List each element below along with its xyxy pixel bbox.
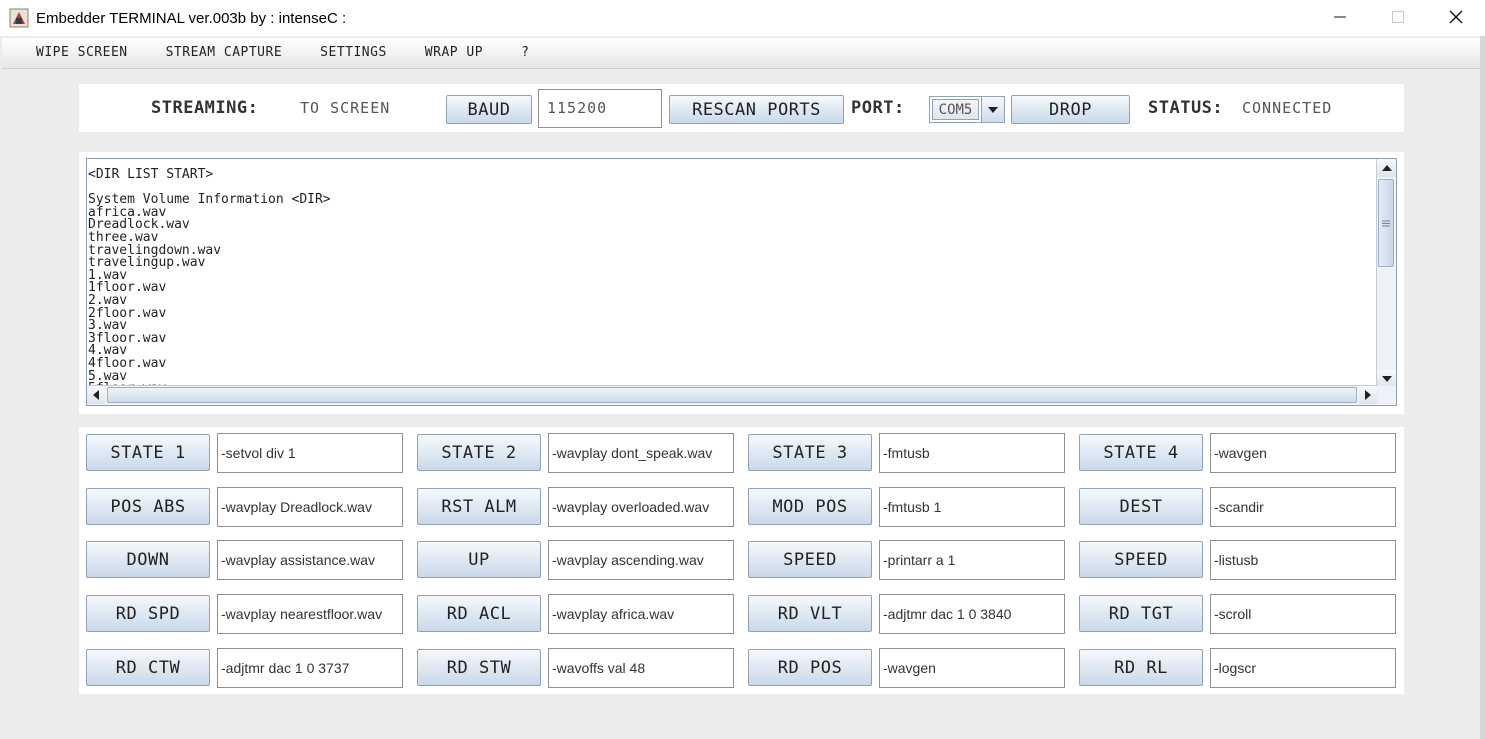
console-line: 1floor.wav xyxy=(88,280,167,296)
macro-command-input-r5c1[interactable]: -adjtmr dac 1 0 3737 xyxy=(217,648,403,688)
console-line: 4floor.wav xyxy=(88,355,167,371)
macro-button-r1c2[interactable]: STATE 2 xyxy=(417,434,541,471)
minimize-button[interactable] xyxy=(1311,0,1369,34)
macro-command-input-r3c4[interactable]: -listusb xyxy=(1210,540,1396,580)
console-line: System Volume Information <DIR> xyxy=(88,192,331,208)
macro-command-input-r2c4[interactable]: -scandir xyxy=(1210,487,1396,527)
macro-button-r5c4[interactable]: RD RL xyxy=(1079,649,1203,686)
macro-button-r1c1[interactable]: STATE 1 xyxy=(86,434,210,471)
port-label: PORT: xyxy=(851,98,905,118)
menu-bar: WIPE SCREEN STREAM CAPTURE SETTINGS WRAP… xyxy=(2,38,1480,69)
console-line: travelingdown.wav xyxy=(88,242,222,258)
maximize-icon xyxy=(1392,11,1404,23)
menu-wipe-screen[interactable]: WIPE SCREEN xyxy=(2,38,147,68)
console-line: 1.wav xyxy=(88,267,128,283)
menu-help[interactable]: ? xyxy=(502,38,548,68)
console-line: 3floor.wav xyxy=(88,330,167,346)
macro-button-r3c3[interactable]: SPEED xyxy=(748,541,872,578)
macro-button-r1c4[interactable]: STATE 4 xyxy=(1079,434,1203,471)
macro-command-input-r3c2[interactable]: -wavplay ascending.wav xyxy=(548,540,734,580)
macro-button-r2c2[interactable]: RST ALM xyxy=(417,488,541,525)
maximize-button[interactable] xyxy=(1369,0,1427,34)
drop-button[interactable]: DROP xyxy=(1011,95,1130,124)
macro-button-r4c3[interactable]: RD VLT xyxy=(748,595,872,632)
macro-button-r4c2[interactable]: RD ACL xyxy=(417,595,541,632)
macro-button-r4c1[interactable]: RD SPD xyxy=(86,595,210,632)
streaming-label: STREAMING: xyxy=(151,98,259,118)
console-line: 2floor.wav xyxy=(88,305,167,321)
console-output[interactable]: <DIR LIST START> System Volume Informatio… xyxy=(86,158,1397,406)
menu-stream-capture[interactable]: STREAM CAPTURE xyxy=(147,38,302,68)
macro-button-r2c1[interactable]: POS ABS xyxy=(86,488,210,525)
scroll-left-icon[interactable] xyxy=(87,386,105,404)
macro-button-r2c3[interactable]: MOD POS xyxy=(748,488,872,525)
menu-settings[interactable]: SETTINGS xyxy=(301,38,406,68)
window-edge xyxy=(1480,36,1485,739)
macro-button-r4c4[interactable]: RD TGT xyxy=(1079,595,1203,632)
streaming-value: TO SCREEN xyxy=(300,99,391,117)
macro-button-r3c1[interactable]: DOWN xyxy=(86,541,210,578)
console-line: 3.wav xyxy=(88,318,128,334)
status-label: STATUS: xyxy=(1148,98,1224,118)
chevron-down-icon[interactable] xyxy=(981,97,1004,122)
console-line: 2.wav xyxy=(88,292,128,308)
baud-input[interactable]: 115200 xyxy=(538,89,662,128)
console-text[interactable]: <DIR LIST START> System Volume Informatio… xyxy=(87,159,1377,388)
macro-command-input-r2c1[interactable]: -wavplay Dreadlock.wav xyxy=(217,487,403,527)
console-line: travelingup.wav xyxy=(88,255,206,271)
macro-command-input-r4c2[interactable]: -wavplay africa.wav xyxy=(548,594,734,634)
baud-button[interactable]: BAUD xyxy=(446,95,532,124)
console-line: africa.wav xyxy=(88,204,167,220)
macro-button-r3c2[interactable]: UP xyxy=(417,541,541,578)
connection-toolbar: STREAMING: TO SCREEN BAUD 115200 RESCAN … xyxy=(79,84,1404,132)
macro-button-r3c4[interactable]: SPEED xyxy=(1079,541,1203,578)
console-line: Dreadlock.wav xyxy=(88,217,190,233)
rescan-ports-button[interactable]: RESCAN PORTS xyxy=(669,95,844,124)
horizontal-scrollbar[interactable] xyxy=(87,385,1377,405)
scroll-up-icon[interactable] xyxy=(1377,159,1396,177)
macro-command-input-r1c4[interactable]: -wavgen xyxy=(1210,433,1396,473)
window-title: Embedder TERMINAL ver.003b by : intenseC… xyxy=(36,9,347,27)
console-line: 4.wav xyxy=(88,343,128,359)
console-line: 5.wav xyxy=(88,368,128,384)
close-icon xyxy=(1449,10,1463,24)
vertical-scrollbar[interactable] xyxy=(1376,159,1396,388)
macro-button-r5c2[interactable]: RD STW xyxy=(417,649,541,686)
macro-command-input-r2c3[interactable]: -fmtusb 1 xyxy=(879,487,1065,527)
console-line: three.wav xyxy=(88,229,159,245)
macro-command-input-r5c3[interactable]: -wavgen xyxy=(879,648,1065,688)
horizontal-scroll-thumb[interactable] xyxy=(107,387,1357,403)
macro-panel: STATE 1 -setvol div 1 STATE 2 -wavplay dont… xyxy=(79,427,1404,694)
scroll-corner xyxy=(1377,386,1396,405)
app-icon[interactable] xyxy=(8,7,30,29)
port-select[interactable]: COM5 xyxy=(929,96,1005,123)
macro-button-r1c3[interactable]: STATE 3 xyxy=(748,434,872,471)
macro-command-input-r4c3[interactable]: -adjtmr dac 1 0 3840 xyxy=(879,594,1065,634)
minimize-icon xyxy=(1334,16,1346,18)
macro-command-input-r1c2[interactable]: -wavplay dont_speak.wav xyxy=(548,433,734,473)
scroll-right-icon[interactable] xyxy=(1359,386,1377,404)
macro-command-input-r2c2[interactable]: -wavplay overloaded.wav xyxy=(548,487,734,527)
menu-wrap-up[interactable]: WRAP UP xyxy=(406,38,502,68)
title-bar: Embedder TERMINAL ver.003b by : intenseC… xyxy=(0,0,1485,36)
console-panel: <DIR LIST START> System Volume Informatio… xyxy=(79,152,1404,414)
macro-command-input-r1c1[interactable]: -setvol div 1 xyxy=(217,433,403,473)
macro-button-r5c1[interactable]: RD CTW xyxy=(86,649,210,686)
macro-command-input-r5c2[interactable]: -wavoffs val 48 xyxy=(548,648,734,688)
macro-command-input-r3c1[interactable]: -wavplay assistance.wav xyxy=(217,540,403,580)
vertical-scroll-thumb[interactable] xyxy=(1378,179,1394,267)
status-value: CONNECTED xyxy=(1242,99,1333,117)
macro-command-input-r5c4[interactable]: -logscr xyxy=(1210,648,1396,688)
macro-button-r2c4[interactable]: DEST xyxy=(1079,488,1203,525)
macro-command-input-r1c3[interactable]: -fmtusb xyxy=(879,433,1065,473)
close-button[interactable] xyxy=(1427,0,1485,34)
macro-command-input-r3c3[interactable]: -printarr a 1 xyxy=(879,540,1065,580)
macro-command-input-r4c1[interactable]: -wavplay nearestfloor.wav xyxy=(217,594,403,634)
macro-command-input-r4c4[interactable]: -scroll xyxy=(1210,594,1396,634)
macro-button-r5c3[interactable]: RD POS xyxy=(748,649,872,686)
console-line: <DIR LIST START> xyxy=(88,167,214,182)
port-value: COM5 xyxy=(932,99,979,120)
